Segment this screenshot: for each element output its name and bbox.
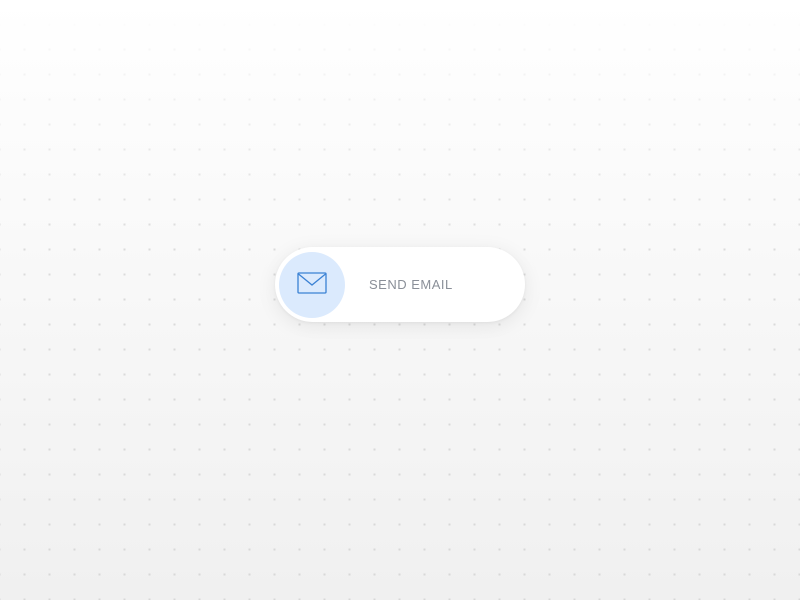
send-email-label: SEND EMAIL — [369, 277, 453, 292]
envelope-icon — [297, 272, 327, 297]
send-email-button[interactable]: SEND EMAIL — [275, 247, 525, 322]
icon-circle — [279, 252, 345, 318]
